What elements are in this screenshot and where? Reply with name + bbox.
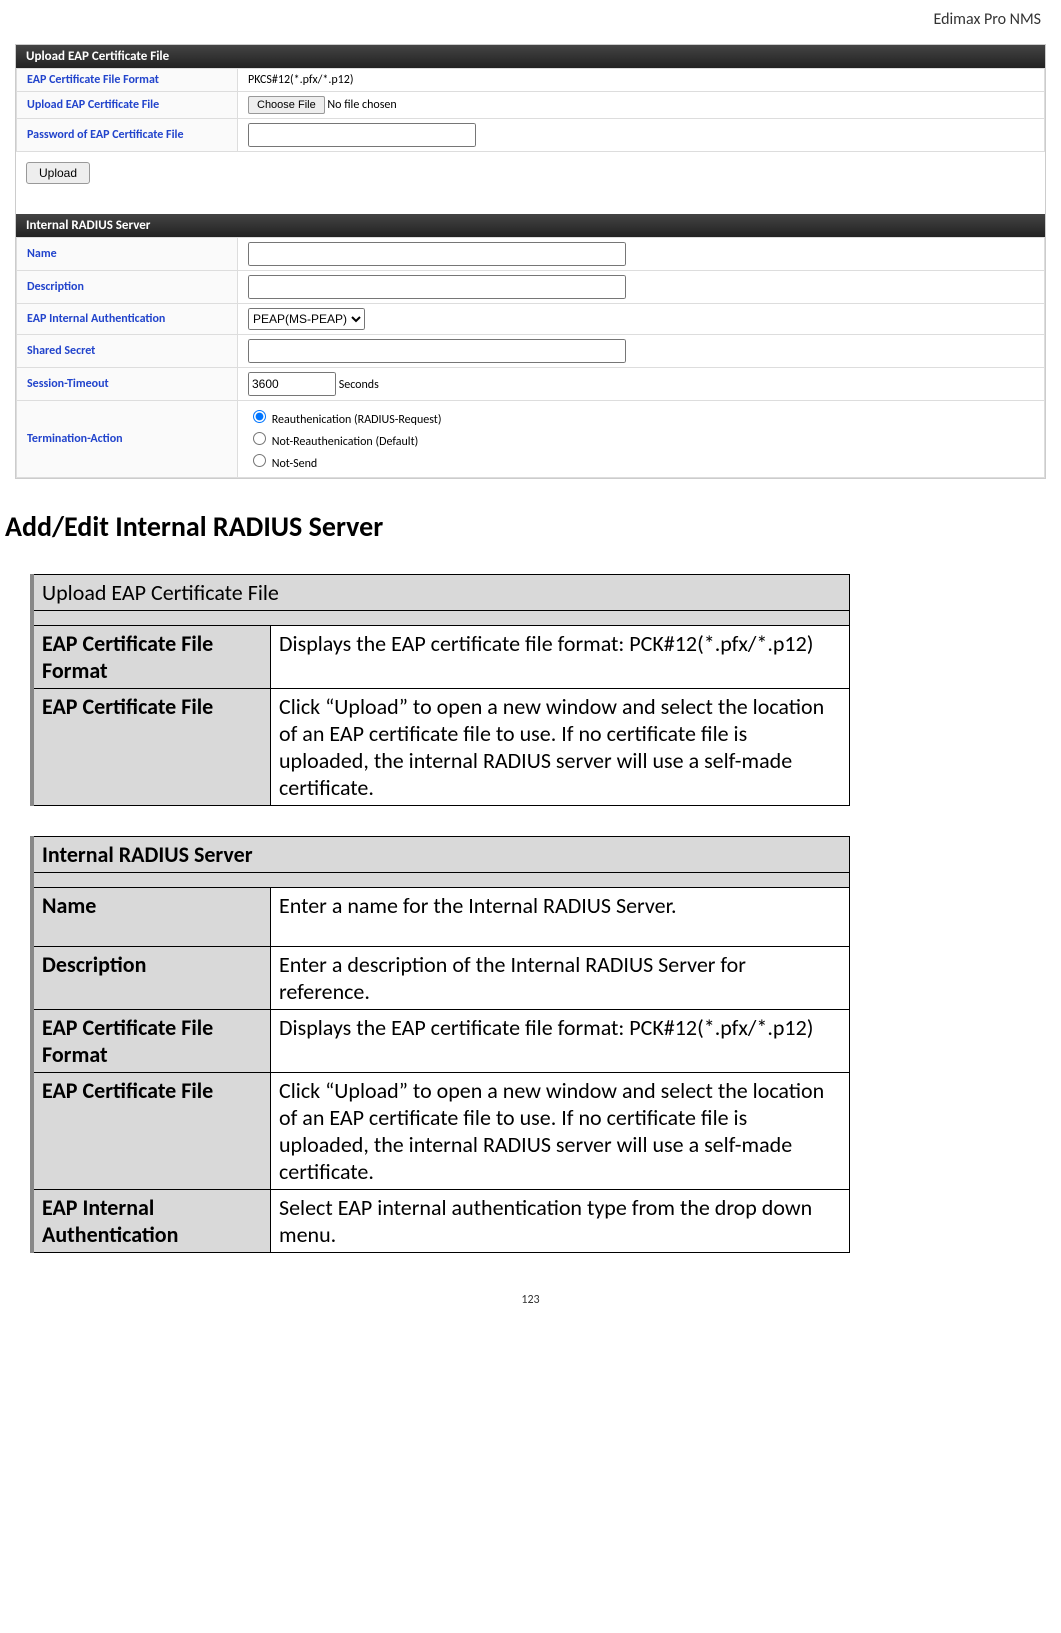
table2-row2-label: EAP Certificate File Format xyxy=(32,1010,271,1073)
password-label: Password of EAP Certificate File xyxy=(17,119,238,152)
session-unit: Seconds xyxy=(339,378,379,392)
table2-row4-label: EAP Internal Authentication xyxy=(32,1190,271,1253)
config-screenshot: Upload EAP Certificate File EAP Certific… xyxy=(15,44,1046,479)
product-name: Edimax Pro NMS xyxy=(934,10,1042,29)
table2-row3-desc: Click “Upload” to open a new window and … xyxy=(271,1073,850,1190)
description-input[interactable] xyxy=(248,275,626,299)
radio-not-send[interactable] xyxy=(253,454,266,467)
termination-action-label: Termination-Action xyxy=(17,401,238,478)
radius-desc-table: Internal RADIUS Server Name Enter a name… xyxy=(30,836,850,1253)
radio-reauth[interactable] xyxy=(253,410,266,423)
radius-section-header: Internal RADIUS Server xyxy=(16,214,1045,237)
document-header: Edimax Pro NMS xyxy=(0,0,1061,34)
eap-format-label: EAP Certificate File Format xyxy=(17,69,238,92)
table1-title: Upload EAP Certificate File xyxy=(32,575,850,611)
session-timeout-input[interactable] xyxy=(248,372,336,396)
radio-not-reauth[interactable] xyxy=(253,432,266,445)
upload-form-table: EAP Certificate File Format PKCS#12(*.pf… xyxy=(16,68,1045,152)
eap-format-value: PKCS#12(*.pfx/*.p12) xyxy=(238,69,1045,92)
table2-row4-desc: Select EAP internal authentication type … xyxy=(271,1190,850,1253)
table2-title: Internal RADIUS Server xyxy=(32,837,850,873)
page-number: 123 xyxy=(0,1283,1061,1317)
table2-row2-desc: Displays the EAP certificate file format… xyxy=(271,1010,850,1073)
name-label: Name xyxy=(17,238,238,271)
no-file-text: No file chosen xyxy=(327,98,396,112)
table1-row1-label: EAP Certificate File xyxy=(32,689,271,806)
upload-desc-table: Upload EAP Certificate File EAP Certific… xyxy=(30,574,850,806)
shared-secret-label: Shared Secret xyxy=(17,335,238,368)
table1-row1-desc: Click “Upload” to open a new window and … xyxy=(271,689,850,806)
eap-auth-select[interactable]: PEAP(MS-PEAP) xyxy=(248,308,365,330)
session-timeout-label: Session-Timeout xyxy=(17,368,238,401)
eap-auth-label: EAP Internal Authentication xyxy=(17,304,238,335)
table2-row0-desc: Enter a name for the Internal RADIUS Ser… xyxy=(271,888,850,947)
password-input[interactable] xyxy=(248,123,476,147)
table2-row1-desc: Enter a description of the Internal RADI… xyxy=(271,947,850,1010)
table1-row0-desc: Displays the EAP certificate file format… xyxy=(271,626,850,689)
table1-row0-label: EAP Certificate File Format xyxy=(32,626,271,689)
shared-secret-input[interactable] xyxy=(248,339,626,363)
description-label: Description xyxy=(17,271,238,304)
table2-row1-label: Description xyxy=(32,947,271,1010)
upload-button[interactable]: Upload xyxy=(26,162,90,184)
radius-form-table: Name Description EAP Internal Authentica… xyxy=(16,237,1045,478)
upload-file-label: Upload EAP Certificate File xyxy=(17,92,238,119)
choose-file-button[interactable]: Choose File xyxy=(248,96,325,114)
table2-row0-label: Name xyxy=(32,888,271,947)
table2-row3-label: EAP Certificate File xyxy=(32,1073,271,1190)
page-title: Add/Edit Internal RADIUS Server xyxy=(5,509,1061,544)
name-input[interactable] xyxy=(248,242,626,266)
upload-section-header: Upload EAP Certificate File xyxy=(16,45,1045,68)
